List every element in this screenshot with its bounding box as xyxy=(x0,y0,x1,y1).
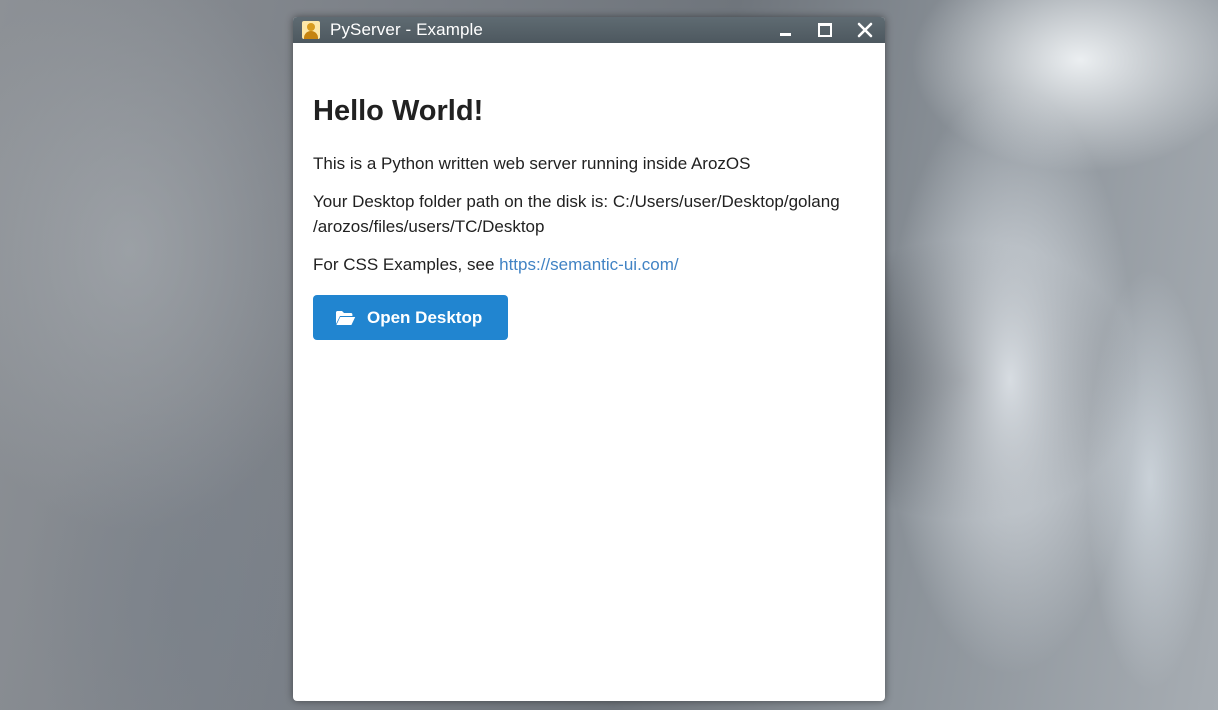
minimize-icon xyxy=(779,32,791,36)
open-desktop-button[interactable]: Open Desktop xyxy=(313,295,509,340)
css-examples-prefix: For CSS Examples, see xyxy=(313,255,500,274)
window-title: PyServer - Example xyxy=(330,20,483,39)
app-icon xyxy=(302,21,320,39)
page-body: Hello World! This is a Python written we… xyxy=(313,93,873,340)
window-controls xyxy=(765,17,885,43)
app-window: PyServer - Example Hello World! This is … xyxy=(293,17,885,701)
intro-text: This is a Python written web server runn… xyxy=(313,154,751,173)
maximize-icon xyxy=(818,23,832,37)
css-examples-text: For CSS Examples, see https://semantic-u… xyxy=(313,252,873,277)
open-desktop-label: Open Desktop xyxy=(367,307,483,327)
maximize-button[interactable] xyxy=(805,17,845,43)
desktop-path-text: Your Desktop folder path on the disk is:… xyxy=(313,192,840,236)
close-icon xyxy=(857,22,873,38)
page-title: Hello World! xyxy=(313,95,484,127)
minimize-button[interactable] xyxy=(765,17,805,43)
window-content: Hello World! This is a Python written we… xyxy=(295,43,883,699)
close-button[interactable] xyxy=(845,17,885,43)
window-titlebar[interactable]: PyServer - Example xyxy=(293,17,885,43)
folder-open-icon xyxy=(336,310,356,325)
semantic-ui-link[interactable]: https://semantic-ui.com/ xyxy=(499,255,679,274)
